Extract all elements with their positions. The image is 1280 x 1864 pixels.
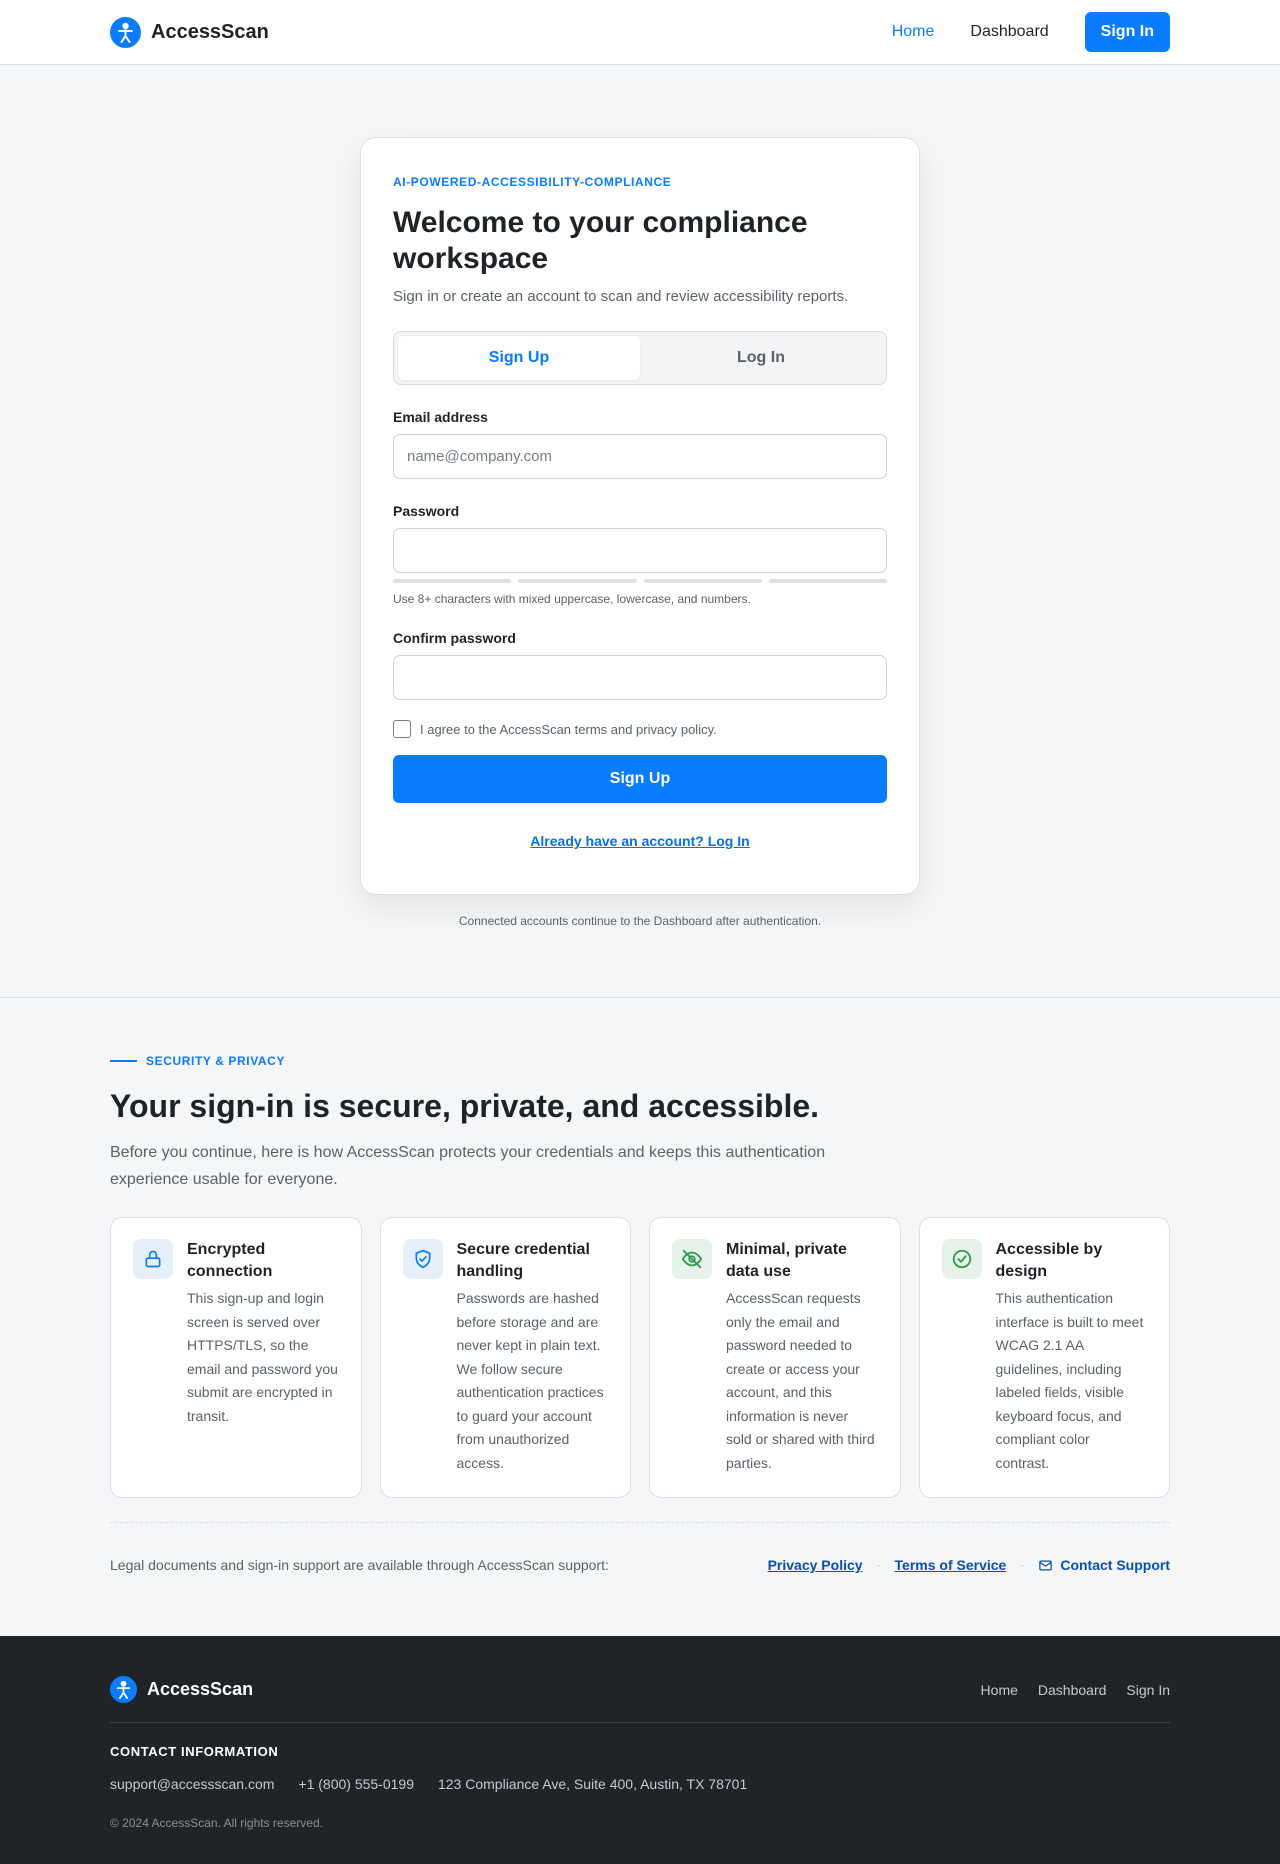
separator-dot: ·: [1020, 1558, 1025, 1572]
password-field[interactable]: [393, 528, 887, 573]
feature-title: Minimal, private data use: [726, 1241, 847, 1280]
lock-icon: [133, 1239, 173, 1279]
terms-checkbox[interactable]: [393, 720, 411, 738]
eyebrow-line: [110, 1060, 137, 1062]
security-title: Your sign-in is secure, private, and acc…: [110, 1088, 820, 1124]
contact-support-label: Contact Support: [1060, 1557, 1170, 1573]
strength-segment: [518, 579, 637, 583]
footer-brand[interactable]: AccessScan: [110, 1676, 253, 1703]
accessibility-logo-icon: [110, 16, 141, 48]
feature-card: Secure credential handling Passwords are…: [379, 1217, 631, 1498]
strength-segment: [643, 579, 762, 583]
feature-title: Encrypted connection: [187, 1241, 273, 1280]
confirm-password-field[interactable]: [393, 655, 887, 700]
security-lead: Before you continue, here is how AccessS…: [110, 1144, 826, 1188]
auth-title: Welcome to your compliance workspace: [393, 206, 808, 275]
auth-section: AI-POWERED-ACCESSIBILITY-COMPLIANCE Welc…: [0, 65, 1280, 998]
main-nav: Home Dashboard Sign In: [892, 12, 1170, 52]
feature-body: Passwords are hashed before storage and …: [456, 1290, 604, 1471]
security-eyebrow-text: SECURITY & PRIVACY: [146, 1054, 286, 1068]
log-in-link[interactable]: Already have an account? Log In: [530, 833, 749, 849]
accessibility-logo-icon: [110, 1676, 137, 1703]
feature-grid: Encrypted connection This sign-up and lo…: [110, 1217, 1170, 1498]
feature-body: AccessScan requests only the email and p…: [726, 1290, 875, 1471]
tab-log-in[interactable]: Log In: [640, 336, 882, 380]
auth-card: AI-POWERED-ACCESSIBILITY-COMPLIANCE Welc…: [360, 137, 920, 895]
feature-body: This sign-up and login screen is served …: [187, 1290, 338, 1424]
password-label: Password: [393, 503, 460, 519]
email-field[interactable]: name@company.com: [393, 434, 887, 479]
legal-links: Privacy Policy · Terms of Service · Cont…: [768, 1557, 1170, 1573]
header-sign-in-button[interactable]: Sign In: [1084, 12, 1170, 52]
auth-subtitle: Sign in or create an account to scan and…: [393, 288, 849, 305]
site-footer: AccessScan Home Dashboard Sign In CONTAC…: [0, 1636, 1280, 1864]
security-section: SECURITY & PRIVACY Your sign-in is secur…: [0, 998, 1280, 1636]
footer-dashboard-link[interactable]: Dashboard: [1038, 1682, 1107, 1698]
contact-phone[interactable]: +1 (800) 555-0199: [298, 1776, 414, 1792]
email-label: Email address: [393, 409, 488, 425]
eye-off-icon: [672, 1239, 712, 1279]
check-circle-icon: [941, 1239, 982, 1279]
legal-text: Legal documents and sign-in support are …: [110, 1557, 609, 1573]
feature-card: Minimal, private data use AccessScan req…: [649, 1217, 901, 1498]
auth-note: Connected accounts continue to the Dashb…: [458, 914, 822, 928]
auth-eyebrow: AI-POWERED-ACCESSIBILITY-COMPLIANCE: [393, 175, 672, 189]
contact-address: 123 Compliance Ave, Suite 400, Austin, T…: [437, 1776, 748, 1792]
site-header: AccessScan Home Dashboard Sign In: [0, 0, 1280, 65]
terms-agreement-text: I agree to the AccessScan terms and priv…: [420, 721, 717, 737]
strength-segment: [768, 579, 887, 583]
copyright: © 2024 AccessScan. All rights reserved.: [110, 1816, 323, 1830]
footer-sign-in-link[interactable]: Sign In: [1126, 1682, 1170, 1698]
brand-name: AccessScan: [151, 20, 269, 43]
nav-dashboard-link[interactable]: Dashboard: [970, 23, 1048, 41]
security-eyebrow: SECURITY & PRIVACY: [110, 1054, 1170, 1068]
feature-title: Accessible by design: [995, 1241, 1103, 1280]
footer-nav: Home Dashboard Sign In: [981, 1682, 1170, 1698]
feature-card: Accessible by design This authentication…: [918, 1217, 1170, 1498]
sign-up-button[interactable]: Sign Up: [393, 755, 887, 803]
contact-email[interactable]: support@accessscan.com: [110, 1776, 274, 1792]
feature-title: Secure credential handling: [456, 1241, 590, 1280]
strength-segment: [393, 579, 512, 583]
feature-card: Encrypted connection This sign-up and lo…: [110, 1217, 362, 1498]
terms-of-service-link[interactable]: Terms of Service: [895, 1557, 1007, 1573]
shield-check-icon: [402, 1239, 443, 1279]
contact-info: support@accessscan.com +1 (800) 555-0199…: [110, 1776, 1170, 1792]
feature-body: This authentication interface is built t…: [995, 1290, 1144, 1471]
mail-icon: [1039, 1560, 1053, 1570]
privacy-policy-link[interactable]: Privacy Policy: [768, 1557, 863, 1573]
confirm-password-label: Confirm password: [393, 630, 516, 646]
terms-agreement[interactable]: I agree to the AccessScan terms and priv…: [393, 720, 887, 738]
contact-support-link[interactable]: Contact Support: [1038, 1557, 1170, 1573]
brand[interactable]: AccessScan: [110, 16, 269, 48]
password-hint: Use 8+ characters with mixed uppercase, …: [393, 592, 751, 606]
tab-sign-up[interactable]: Sign Up: [398, 336, 640, 380]
footer-home-link[interactable]: Home: [981, 1682, 1018, 1698]
legal-row: Legal documents and sign-in support are …: [110, 1522, 1170, 1573]
separator-dot: ·: [876, 1558, 881, 1572]
password-strength-meter: [393, 579, 887, 583]
nav-home-link[interactable]: Home: [892, 23, 935, 41]
contact-heading: CONTACT INFORMATION: [110, 1744, 279, 1759]
footer-brand-name: AccessScan: [147, 1679, 254, 1699]
auth-tabs: Sign Up Log In: [393, 331, 887, 385]
